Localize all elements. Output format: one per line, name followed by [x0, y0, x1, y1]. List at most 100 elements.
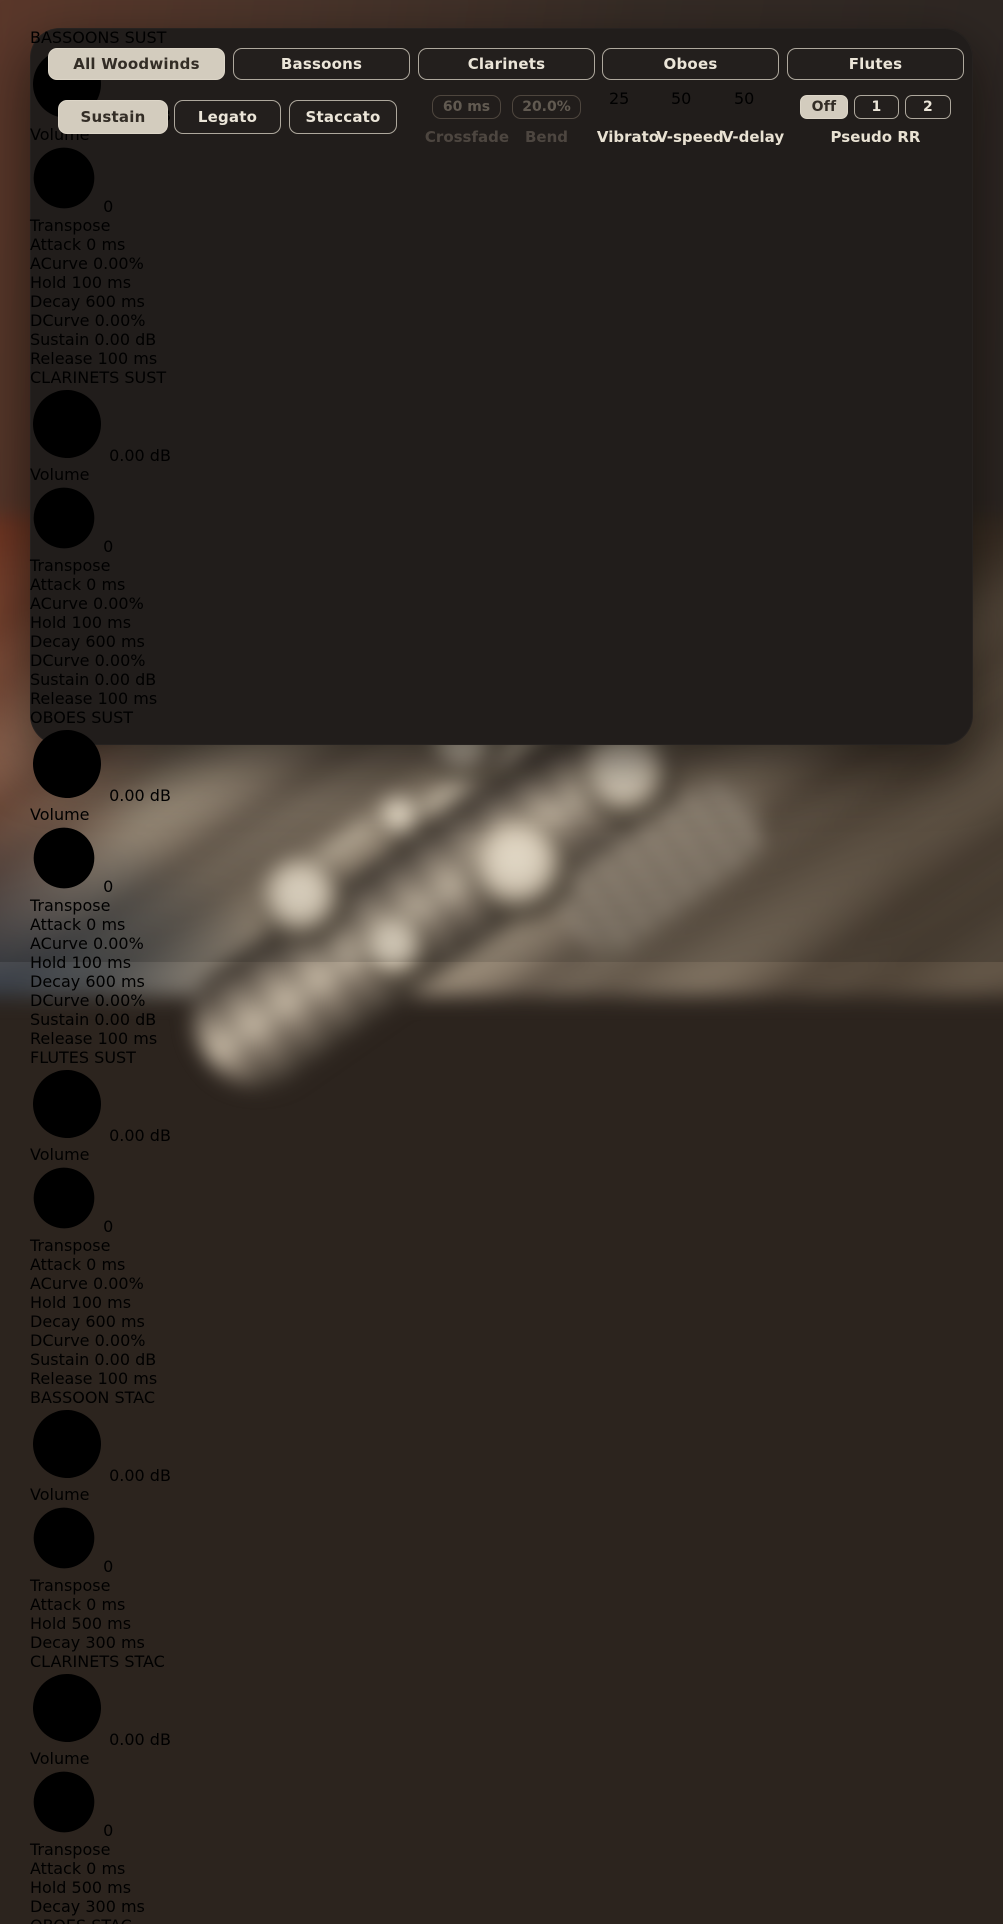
param-value[interactable]: 100 ms	[72, 1293, 132, 1312]
pseudo-rr-label: Pseudo RR	[800, 128, 951, 146]
volume-value: 0.00 dB	[109, 1730, 171, 1749]
param-list: Attack 0 ms ACurve 0.00% Hold 100 ms Dec…	[30, 235, 973, 368]
param-value[interactable]: 100 ms	[98, 1029, 158, 1048]
param-value[interactable]: 600 ms	[85, 1312, 145, 1331]
param-value[interactable]: 0 ms	[86, 915, 125, 934]
transpose-knob[interactable]: 0	[30, 1504, 973, 1576]
param-value[interactable]: 0.00%	[95, 311, 146, 330]
param-row: Hold 500 ms	[30, 1878, 973, 1897]
volume-knob[interactable]: 0.00 dB	[30, 1067, 973, 1145]
tab-all-woodwinds[interactable]: All Woodwinds	[48, 48, 225, 80]
transpose-value: 0	[103, 197, 113, 216]
param-name: Hold	[30, 273, 66, 292]
knob-row: 0.00 dB Volume 0 Transpose	[30, 1671, 973, 1859]
param-value[interactable]: 0.00%	[93, 934, 144, 953]
param-value[interactable]: 100 ms	[72, 953, 132, 972]
param-value[interactable]: 0.00 dB	[94, 1010, 156, 1029]
articulation-legato[interactable]: Legato	[174, 100, 281, 134]
bend-value[interactable]: 20.0%	[512, 95, 581, 119]
param-value[interactable]: 300 ms	[85, 1897, 145, 1916]
param-value[interactable]: 300 ms	[85, 1633, 145, 1652]
volume-label: Volume	[30, 805, 973, 824]
param-value[interactable]: 600 ms	[85, 292, 145, 311]
volume-value: 0.00 dB	[109, 446, 171, 465]
transpose-knob[interactable]: 0	[30, 1768, 973, 1840]
pseudo-rr-2-button[interactable]: 2	[905, 95, 951, 119]
v-speed-knob[interactable]: 50	[671, 89, 709, 127]
param-value[interactable]: 0.00%	[93, 1274, 144, 1293]
param-row: Release 100 ms	[30, 349, 973, 368]
param-name: DCurve	[30, 991, 90, 1010]
tab-flutes[interactable]: Flutes	[787, 48, 964, 80]
param-name: Release	[30, 1369, 93, 1388]
param-row: Attack 0 ms	[30, 1859, 973, 1878]
vibrato-label: Vibrato	[593, 128, 663, 146]
transpose-knob[interactable]: 0	[30, 144, 973, 216]
vibrato-knob[interactable]: 25	[609, 89, 647, 127]
v-delay-knob[interactable]: 50	[734, 89, 772, 127]
param-row: Sustain 0.00 dB	[30, 1350, 973, 1369]
param-row: Release 100 ms	[30, 689, 973, 708]
param-value[interactable]: 0 ms	[86, 575, 125, 594]
param-value[interactable]: 0.00%	[93, 594, 144, 613]
param-value[interactable]: 500 ms	[72, 1878, 132, 1897]
param-value[interactable]: 0.00%	[95, 1331, 146, 1350]
param-row: Hold 100 ms	[30, 273, 973, 292]
param-name: Attack	[30, 1255, 81, 1274]
volume-knob[interactable]: 0.00 dB	[30, 1407, 973, 1485]
param-value[interactable]: 0 ms	[86, 1255, 125, 1274]
param-value[interactable]: 0.00%	[95, 651, 146, 670]
group-title: OBOES SUST	[30, 708, 973, 727]
transpose-knob[interactable]: 0	[30, 484, 973, 556]
pseudo-rr-1-button[interactable]: 1	[854, 95, 899, 119]
param-value[interactable]: 0 ms	[86, 1859, 125, 1878]
tab-bassoons[interactable]: Bassoons	[233, 48, 410, 80]
volume-knob[interactable]: 0.00 dB	[30, 1671, 973, 1749]
param-name: Decay	[30, 1897, 80, 1916]
volume-label: Volume	[30, 1749, 973, 1768]
param-value[interactable]: 500 ms	[72, 1614, 132, 1633]
param-value[interactable]: 100 ms	[72, 273, 132, 292]
crossfade-value[interactable]: 60 ms	[432, 95, 501, 119]
param-name: DCurve	[30, 651, 90, 670]
param-row: ACurve 0.00%	[30, 594, 973, 613]
transpose-label: Transpose	[30, 1236, 973, 1255]
knob-row: 0.00 dB Volume 0 Transpose	[30, 387, 973, 575]
param-value[interactable]: 100 ms	[72, 613, 132, 632]
param-value[interactable]: 0.00 dB	[94, 1350, 156, 1369]
param-name: Hold	[30, 1878, 66, 1897]
param-row: Decay 300 ms	[30, 1633, 973, 1652]
volume-knob[interactable]: 0.00 dB	[30, 387, 973, 465]
articulation-staccato[interactable]: Staccato	[289, 100, 397, 134]
param-value[interactable]: 0 ms	[86, 1595, 125, 1614]
group-title: CLARINETS SUST	[30, 368, 973, 387]
group-title: FLUTES SUST	[30, 1048, 973, 1067]
param-value[interactable]: 100 ms	[98, 689, 158, 708]
param-row: ACurve 0.00%	[30, 254, 973, 273]
group-panel: BASSOON STAC 0.00 dB Volume 0 Tr	[30, 1388, 973, 1652]
param-row: Attack 0 ms	[30, 915, 973, 934]
param-value[interactable]: 100 ms	[98, 349, 158, 368]
param-name: Sustain	[30, 1010, 89, 1029]
param-value[interactable]: 0.00%	[93, 254, 144, 273]
param-value[interactable]: 0 ms	[86, 235, 125, 254]
tab-oboes[interactable]: Oboes	[602, 48, 779, 80]
groups-grid: BASSOONS SUST 0.00 dB Volume 0 T	[30, 28, 973, 1924]
transpose-knob[interactable]: 0	[30, 824, 973, 896]
param-name: DCurve	[30, 1331, 90, 1350]
param-value[interactable]: 100 ms	[98, 1369, 158, 1388]
param-value[interactable]: 600 ms	[85, 972, 145, 991]
transpose-knob[interactable]: 0	[30, 1164, 973, 1236]
param-value[interactable]: 0.00 dB	[94, 330, 156, 349]
param-value[interactable]: 600 ms	[85, 632, 145, 651]
pseudo-rr-off-button[interactable]: Off	[800, 95, 848, 119]
param-list: Attack 0 ms ACurve 0.00% Hold 100 ms Dec…	[30, 915, 973, 1048]
articulation-sustain[interactable]: Sustain	[58, 100, 168, 134]
knob-row: 0.00 dB Volume 0 Transpose	[30, 1067, 973, 1255]
volume-knob[interactable]: 0.00 dB	[30, 727, 973, 805]
param-row: Hold 100 ms	[30, 953, 973, 972]
tab-clarinets[interactable]: Clarinets	[418, 48, 595, 80]
knob-row: 0.00 dB Volume 0 Transpose	[30, 727, 973, 915]
param-value[interactable]: 0.00%	[95, 991, 146, 1010]
param-value[interactable]: 0.00 dB	[94, 670, 156, 689]
